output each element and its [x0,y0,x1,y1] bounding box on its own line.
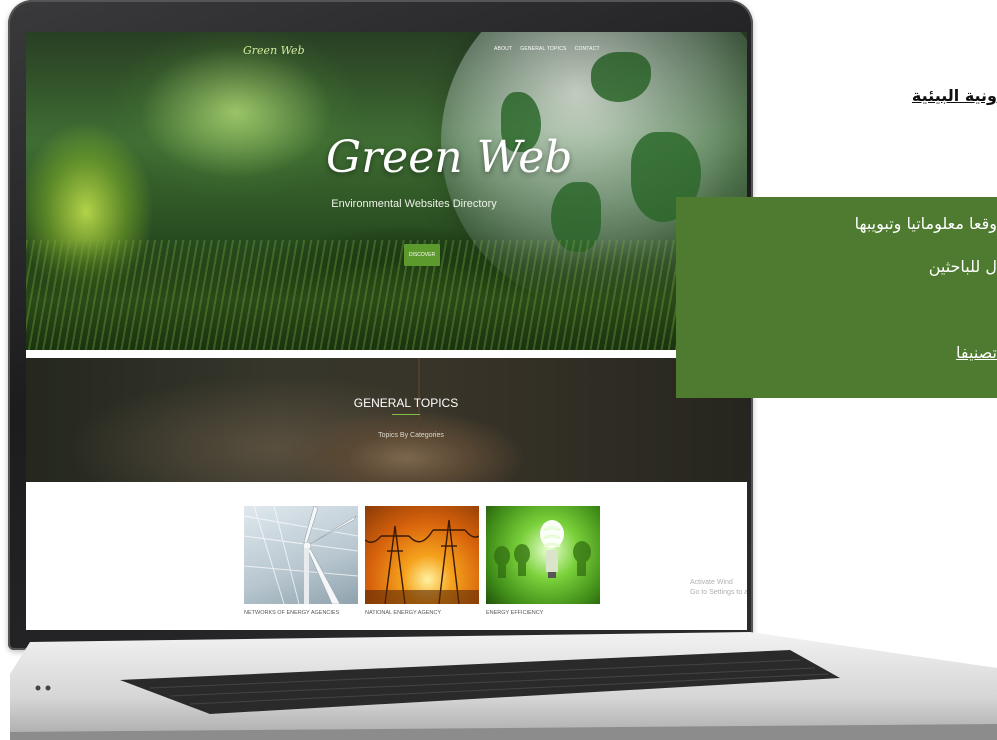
card-national-energy-agency[interactable]: NATIONAL ENERGY AGENCY [365,506,479,616]
card-label: NETWORKS OF ENERGY AGENCIES [244,610,340,616]
panel-text-line: وقعا معلوماتيا وتبويبها [854,214,997,233]
arabic-heading: ونية البيئية [911,86,997,105]
card-label: ENERGY EFFICIENCY [486,610,544,616]
activate-windows-watermark: Activate Wind Go to Settings to a [690,579,747,596]
laptop-frame: Green Web ABOUT GENERAL TOPICS CONTACT G… [8,0,753,650]
nav-item-about[interactable]: ABOUT [494,46,512,52]
top-nav: ABOUT GENERAL TOPICS CONTACT [494,46,600,52]
nav-item-general-topics[interactable]: GENERAL TOPICS [520,46,566,52]
light-bulb-image [486,506,600,604]
topics-subtitle: Topics By Categories [378,432,444,439]
hero-banner: Green Web ABOUT GENERAL TOPICS CONTACT G… [26,32,747,350]
nav-item-contact[interactable]: CONTACT [575,46,600,52]
laptop-screen: Green Web ABOUT GENERAL TOPICS CONTACT G… [26,32,747,630]
grass-foreground [26,240,747,350]
card-networks-of-energy-agencies[interactable]: NETWORKS OF ENERGY AGENCIES [244,506,358,616]
card-label: NATIONAL ENERGY AGENCY [365,610,442,616]
hero-subtitle: Environmental Websites Directory [331,198,497,210]
card-energy-efficiency[interactable]: ENERGY EFFICIENCY [486,506,600,616]
arabic-info-panel: وقعا معلوماتيا وتبويبها ل للباحثين تصنيف… [676,197,997,398]
hero-title: Green Web [326,132,573,183]
panel-link[interactable]: تصنيفا [956,343,997,362]
discover-button[interactable]: DISCOVER [404,244,440,266]
site-logo[interactable]: Green Web [243,44,305,57]
general-topics-banner: GENERAL TOPICS Topics By Categories [26,358,747,482]
title-divider [392,414,420,415]
panel-text-line: ل للباحثين [928,257,997,276]
power-pylons-image [365,506,479,604]
wind-turbine-image [244,506,358,604]
topics-title: GENERAL TOPICS [353,396,459,410]
laptop-base [10,632,997,740]
